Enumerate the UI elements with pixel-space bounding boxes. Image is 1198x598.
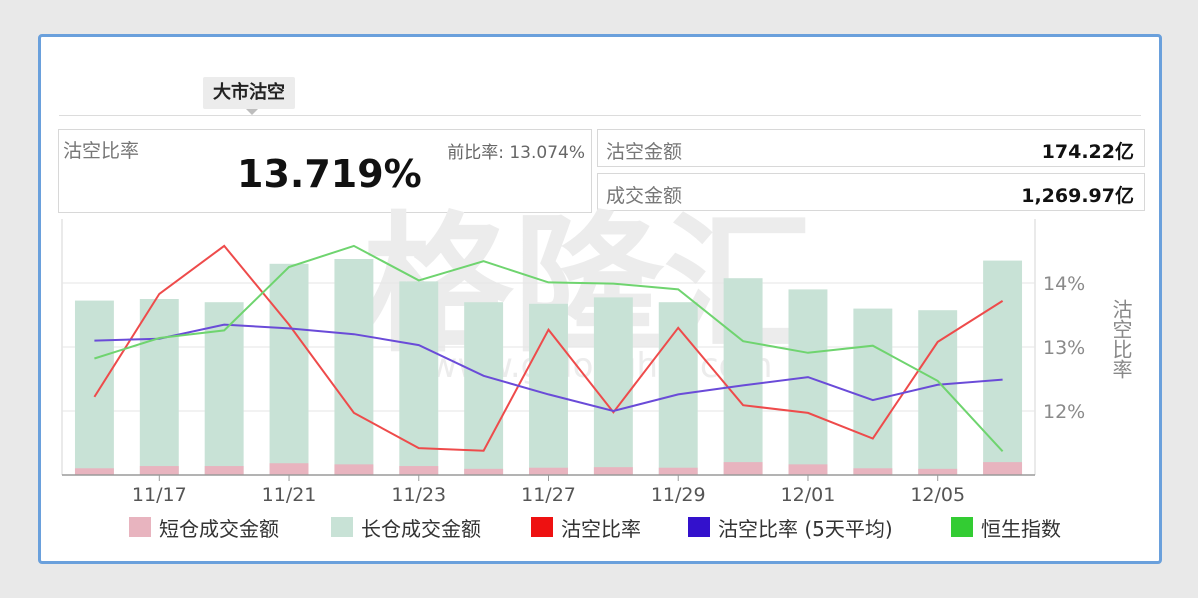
legend-swatch <box>531 517 553 537</box>
x-tick-label: 11/23 <box>391 484 446 506</box>
bar-long <box>399 281 439 475</box>
bar-short <box>723 462 763 475</box>
bar-short <box>334 464 374 475</box>
bar-short <box>593 467 633 475</box>
bar-short <box>139 466 179 475</box>
legend-label: 短仓成交金额 <box>159 516 279 541</box>
bar-long <box>593 297 633 475</box>
short-selling-chart: 格隆汇www.gelonghui.com14%13%12%沽空比率11/1711… <box>61 199 1133 506</box>
bar-short <box>918 468 958 475</box>
bar-long <box>723 278 763 475</box>
legend-item[interactable]: 长仓成交金额 <box>331 513 481 541</box>
chart-legend: 短仓成交金额 长仓成交金额 沽空比率 沽空比率 (5天平均) 恒生指数 <box>129 513 1129 543</box>
legend-swatch <box>331 517 353 537</box>
legend-label: 恒生指数 <box>981 516 1061 541</box>
bar-long <box>853 308 893 475</box>
bar-short <box>658 467 698 475</box>
y-tick-label: 12% <box>1043 401 1085 423</box>
legend-label: 长仓成交金额 <box>361 516 481 541</box>
bar-short <box>399 466 439 475</box>
legend-swatch <box>129 517 151 537</box>
bar-short <box>464 468 504 475</box>
y-axis-title: 沽空比率 <box>1109 299 1133 379</box>
x-tick-label: 11/17 <box>132 484 187 506</box>
bar-long <box>269 263 309 475</box>
bar-long <box>74 300 114 475</box>
bar-long <box>334 259 374 475</box>
legend-item[interactable]: 沽空比率 <box>531 513 641 541</box>
legend-item[interactable]: 恒生指数 <box>951 513 1061 541</box>
legend-item[interactable]: 短仓成交金额 <box>129 513 279 541</box>
x-tick-label: 11/21 <box>262 484 317 506</box>
x-tick-label: 12/05 <box>910 484 965 506</box>
bar-short <box>853 468 893 475</box>
bar-short <box>74 468 114 475</box>
legend-label: 沽空比率 <box>561 516 641 541</box>
x-tick-label: 11/29 <box>651 484 706 506</box>
legend-swatch <box>951 517 973 537</box>
bar-long <box>983 260 1023 475</box>
x-tick-label: 12/01 <box>781 484 836 506</box>
bar-short <box>529 467 568 475</box>
panel-frame: 大市沽空 沽空比率 前比率: 13.074% 13.719% 沽空金额 174.… <box>38 34 1162 564</box>
bar-long <box>139 299 179 475</box>
x-tick-label: 11/27 <box>521 484 576 506</box>
bar-short <box>983 462 1023 475</box>
bar-short <box>204 466 244 475</box>
y-tick-label: 14% <box>1043 273 1085 295</box>
legend-swatch <box>688 517 710 537</box>
legend-label: 沽空比率 (5天平均) <box>718 516 893 541</box>
bar-long <box>918 310 958 475</box>
y-tick-label: 13% <box>1043 337 1085 359</box>
bar-short <box>269 463 309 475</box>
bar-short <box>788 464 828 475</box>
legend-item[interactable]: 沽空比率 (5天平均) <box>688 513 893 541</box>
